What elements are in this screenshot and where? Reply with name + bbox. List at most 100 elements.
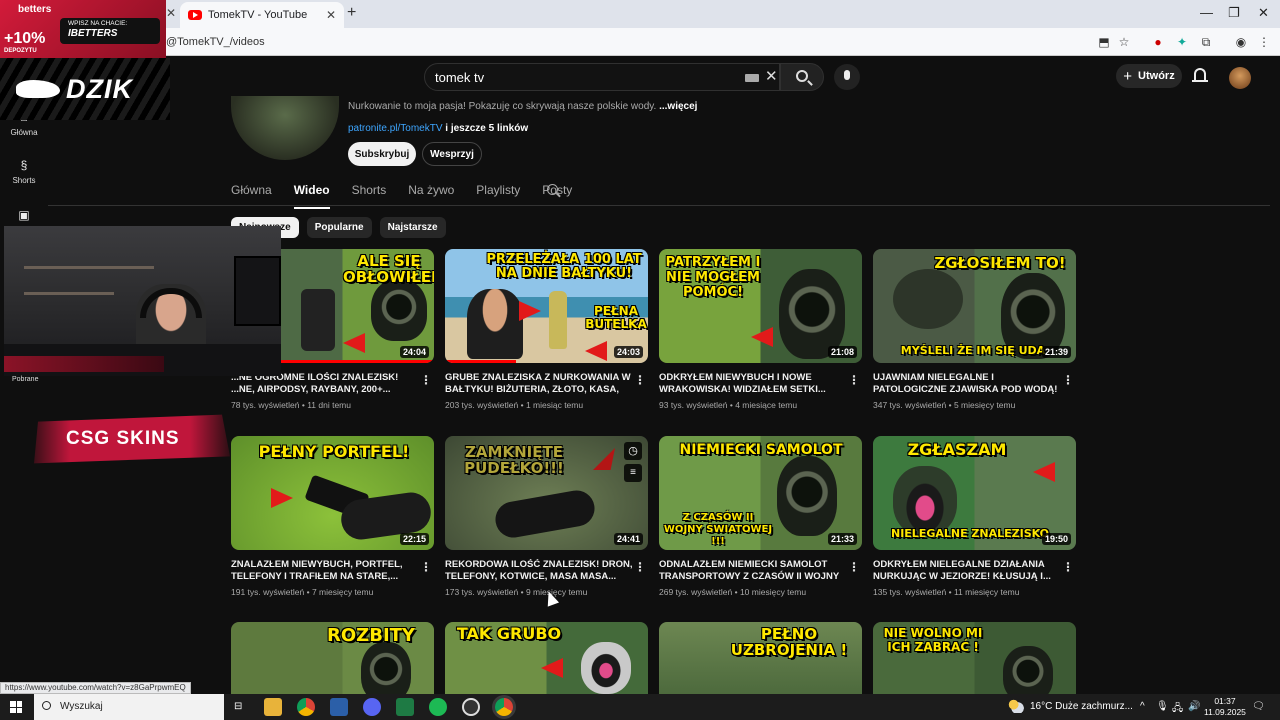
video-card[interactable]: PEŁNO UZBROJENIA ! <box>659 622 862 694</box>
url-field[interactable]: @TomekTV_/videos <box>166 36 265 48</box>
extension-icon[interactable]: ✦ <box>1174 34 1190 50</box>
video-title[interactable]: ODKRYŁEM NIELEGALNE DZIAŁANIA NURKUJĄC W… <box>873 559 1063 583</box>
clear-search-icon[interactable]: ✕ <box>765 67 778 85</box>
video-card[interactable]: NIE WOLNO MI ICH ZABRAĆ ! <box>873 622 1076 694</box>
chrome-icon-active[interactable] <box>495 698 513 716</box>
profile-icon[interactable]: ◉ <box>1233 34 1249 50</box>
add-to-queue-icon[interactable]: ≡ <box>624 464 642 482</box>
chip-oldest[interactable]: Najstarsze <box>379 217 446 238</box>
extensions-puzzle-icon[interactable]: ⧉ <box>1198 34 1214 50</box>
more-options-icon[interactable]: ⋮ <box>634 560 646 574</box>
video-thumbnail[interactable]: TAK GRUBO <box>445 622 648 694</box>
video-title[interactable]: GRUBE ZNALEZISKA Z NURKOWANIA W BAŁTYKU!… <box>445 372 635 396</box>
more-options-icon[interactable]: ⋮ <box>1062 560 1074 574</box>
search-box[interactable]: tomek tv ✕ <box>424 63 780 91</box>
browser-tab[interactable]: TomekTV - YouTube ✕ <box>180 2 344 28</box>
volume-icon[interactable]: 🔊 <box>1188 701 1200 712</box>
menu-dots-icon[interactable]: ⋮ <box>1256 34 1272 50</box>
video-title[interactable]: UJAWNIAM NIELEGALNE I PATOLOGICZNE ZJAWI… <box>873 372 1063 396</box>
window-close-icon[interactable]: ✕ <box>1258 5 1269 21</box>
sidebar-item-downloads[interactable]: Pobrane <box>12 376 38 383</box>
video-thumbnail[interactable]: NIE WOLNO MI ICH ZABRAĆ ! <box>873 622 1076 694</box>
voice-search-button[interactable] <box>834 64 860 90</box>
video-card[interactable]: PATRZYŁEM I NIE MOGŁEM POMÓC! 21:08 ODKR… <box>659 249 862 410</box>
new-tab-button[interactable]: + <box>347 4 356 22</box>
clock[interactable]: 01:37 11.09.2025 <box>1204 696 1246 718</box>
video-thumbnail[interactable]: PEŁNY PORTFEL! 22:15 <box>231 436 434 550</box>
create-button[interactable]: + Utwórz <box>1116 64 1182 88</box>
bookmark-star-icon[interactable]: ☆ <box>1116 34 1132 50</box>
account-avatar[interactable] <box>1229 67 1251 89</box>
video-card[interactable]: TAK GRUBO <box>445 622 648 694</box>
video-thumbnail[interactable]: NIEMIECKI SAMOLOT Z CZASÓW II WOJNY ŚWIA… <box>659 436 862 550</box>
video-thumbnail[interactable]: ROZBITY <box>231 622 434 694</box>
weather-text[interactable]: 16°C Duże zachmurz... <box>1030 701 1133 712</box>
diver-figure <box>492 487 598 541</box>
subscribe-button[interactable]: Subskrybuj <box>348 142 416 166</box>
more-options-icon[interactable]: ⋮ <box>634 373 646 387</box>
more-link[interactable]: ...więcej <box>659 101 697 112</box>
video-title[interactable]: REKORDOWA ILOŚĆ ZNALEZISK! DRON, TELEFON… <box>445 559 635 583</box>
more-options-icon[interactable]: ⋮ <box>848 560 860 574</box>
patronite-link[interactable]: patronite.pl/TomekTV <box>348 123 443 134</box>
video-card[interactable]: ZGŁOSIŁEM TO! MYŚLELI ŻE IM SIĘ UDA 21:3… <box>873 249 1076 410</box>
chip-popular[interactable]: Popularne <box>306 217 372 238</box>
upload-age: 5 miesięcy temu <box>953 400 1016 410</box>
more-links[interactable]: i jeszcze 5 linków <box>445 123 528 134</box>
spotify-icon[interactable] <box>429 698 447 716</box>
video-card[interactable]: ZAMKNIĘTE PUDEŁKO!!! ◷ ≡ 24:41 REKORDOWA… <box>445 436 648 597</box>
taskbar-search[interactable]: Wyszukaj <box>34 694 224 720</box>
video-title[interactable]: ODKRYŁEM NIEWYBUCH I NOWE WRAKOWISKA! WI… <box>659 372 849 396</box>
more-options-icon[interactable]: ⋮ <box>1062 373 1074 387</box>
video-thumbnail[interactable]: ZGŁOSIŁEM TO! MYŚLELI ŻE IM SIĘ UDA 21:3… <box>873 249 1076 363</box>
minimize-icon[interactable]: — <box>1200 5 1213 20</box>
video-thumbnail[interactable]: ZGŁASZAM NIELEGALNE ZNALEZISKO 19:50 <box>873 436 1076 550</box>
video-thumbnail[interactable]: ZAMKNIĘTE PUDEŁKO!!! ◷ ≡ 24:41 <box>445 436 648 550</box>
channel-avatar[interactable] <box>231 96 339 160</box>
restore-icon[interactable]: ❐ <box>1228 5 1240 21</box>
task-view-icon[interactable]: ⊟ <box>234 701 242 712</box>
video-card[interactable]: PRZELEŻAŁA 100 LAT NA DNIE BAŁTYKU! PEŁN… <box>445 249 648 410</box>
notifications-icon[interactable]: 🗨 <box>1252 701 1265 712</box>
more-options-icon[interactable]: ⋮ <box>420 560 432 574</box>
video-thumbnail[interactable]: PEŁNO UZBROJENIA ! <box>659 622 862 694</box>
app-icon[interactable] <box>330 698 348 716</box>
discord-icon[interactable] <box>363 698 381 716</box>
video-card[interactable]: PEŁNY PORTFEL! 22:15 ZNALAZŁEM NIEWYBUCH… <box>231 436 434 597</box>
video-title[interactable]: ZNALAZŁEM NIEWYBUCH, PORTFEL, TELEFONY I… <box>231 559 421 583</box>
channel-description[interactable]: Nurkowanie to moja pasja! Pokazuję co sk… <box>348 101 697 112</box>
sidebar-item-shorts[interactable]: § Shorts <box>0 158 48 185</box>
more-options-icon[interactable]: ⋮ <box>420 373 432 387</box>
channel-search-icon[interactable] <box>547 184 558 195</box>
file-explorer-icon[interactable] <box>264 698 282 716</box>
excel-icon[interactable] <box>396 698 414 716</box>
obs-icon[interactable] <box>462 698 480 716</box>
keyboard-icon[interactable] <box>745 74 759 82</box>
sidebar-item-subscriptions[interactable]: ▣ <box>0 208 48 226</box>
video-thumbnail[interactable]: PRZELEŻAŁA 100 LAT NA DNIE BAŁTYKU! PEŁN… <box>445 249 648 363</box>
search-button[interactable] <box>780 63 824 91</box>
watch-later-icon[interactable]: ◷ <box>624 442 642 460</box>
video-card[interactable]: ROZBITY <box>231 622 434 694</box>
chrome-icon[interactable] <box>297 698 315 716</box>
tray-chevron-icon[interactable]: ^ <box>1140 701 1145 712</box>
video-card[interactable]: ZGŁASZAM NIELEGALNE ZNALEZISKO 19:50 ODK… <box>873 436 1076 597</box>
video-meta: 347 tys. wyświetleń • 5 miesięcy temu <box>873 400 1016 410</box>
microphone-icon[interactable]: 🎙 <box>1156 701 1169 712</box>
video-card[interactable]: NIEMIECKI SAMOLOT Z CZASÓW II WOJNY ŚWIA… <box>659 436 862 597</box>
notifications-bell-icon[interactable] <box>1192 68 1208 82</box>
extension-icon[interactable]: ● <box>1150 34 1166 50</box>
install-app-icon[interactable]: ⬒ <box>1096 34 1112 50</box>
support-button[interactable]: Wesprzyj <box>422 142 482 166</box>
views: 93 tys. wyświetleń <box>659 400 728 410</box>
thumbnail-caption: ZGŁOSIŁEM TO! <box>934 254 1066 272</box>
windows-start-icon[interactable] <box>10 701 22 713</box>
search-input[interactable]: tomek tv <box>435 70 484 85</box>
views: 78 tys. wyświetleń <box>231 400 300 410</box>
more-options-icon[interactable]: ⋮ <box>848 373 860 387</box>
tab-close-icon[interactable]: ✕ <box>326 8 336 22</box>
network-icon[interactable]: 🖧 <box>1172 701 1183 718</box>
video-title[interactable]: ODNALAZŁEM NIEMIECKI SAMOLOT TRANSPORTOW… <box>659 559 849 583</box>
close-icon[interactable]: ✕ <box>166 6 176 20</box>
video-thumbnail[interactable]: PATRZYŁEM I NIE MOGŁEM POMÓC! 21:08 <box>659 249 862 363</box>
